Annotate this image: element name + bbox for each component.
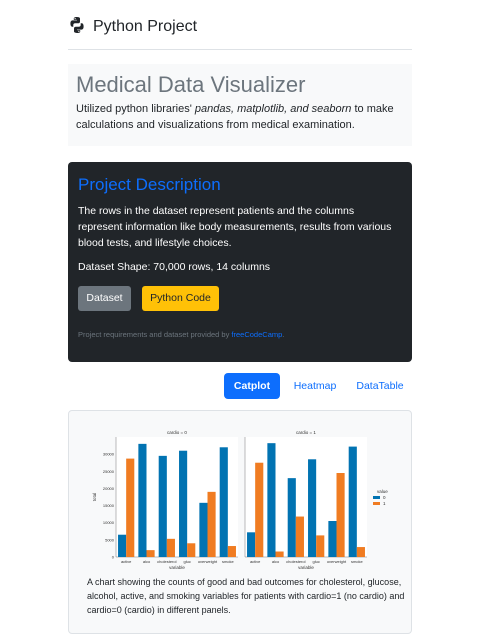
y-tick-label: 30000 <box>103 452 115 457</box>
chart-caption: A chart showing the counts of good and b… <box>87 577 405 615</box>
credit-text: Project requirements and dataset provide… <box>78 330 284 339</box>
bar-alco-value-0 <box>267 443 276 557</box>
project-description-card: Project Description The rows in the data… <box>68 162 412 362</box>
bar-cholesterol-value-1 <box>166 538 175 557</box>
x-tick-label: overweight <box>327 559 347 564</box>
bar-active-value-0 <box>118 534 127 557</box>
bar-alco-value-0 <box>138 443 147 557</box>
panel-title: cardio = 1 <box>296 430 316 435</box>
bar-alco-value-1 <box>146 550 155 557</box>
bar-active-value-0 <box>247 532 256 557</box>
credit-prefix: Project requirements and dataset provide… <box>78 330 232 339</box>
legend-label-0: 0 <box>383 495 386 500</box>
bar-overweight-value-0 <box>199 502 208 557</box>
bar-gluc-value-1 <box>187 543 196 557</box>
y-tick-label: 5000 <box>105 537 115 542</box>
tab-datatable[interactable]: DataTable <box>348 373 412 399</box>
x-tick-label: gluc <box>312 559 319 564</box>
x-tick-label: overweight <box>198 559 218 564</box>
freecodecamp-link[interactable]: freeCodeCamp <box>231 330 282 339</box>
y-tick-label: 0 <box>112 555 115 560</box>
project-description: The rows in the dataset represent patien… <box>78 205 392 249</box>
y-tick-label: 10000 <box>103 520 115 525</box>
bar-alco-value-1 <box>275 551 284 557</box>
bar-smoke-value-0 <box>348 446 357 557</box>
legend-title: value <box>377 489 388 494</box>
bar-gluc-value-0 <box>308 459 317 557</box>
site-header: Python Project <box>68 14 412 50</box>
x-tick-label: gluc <box>183 559 190 564</box>
brand-name[interactable]: Python Project <box>93 18 197 36</box>
bar-smoke-value-0 <box>219 447 228 557</box>
x-tick-label: smoke <box>222 559 235 564</box>
bar-active-value-1 <box>126 458 135 557</box>
credit-suffix: . <box>282 330 285 339</box>
python-logo-icon[interactable] <box>68 16 86 34</box>
legend-swatch-0 <box>373 496 380 499</box>
dataset-button[interactable]: Dataset <box>78 286 131 311</box>
page-title: Medical Data Visualizer <box>76 72 306 97</box>
bar-overweight-value-1 <box>207 491 216 557</box>
hero-text-libraries: pandas, matplotlib, and seaborn <box>194 103 352 115</box>
bar-cholesterol-value-0 <box>158 455 167 557</box>
dataset-shape: Dataset Shape: 70,000 rows, 14 columns <box>78 261 271 273</box>
tab-catplot[interactable]: Catplot <box>224 373 280 399</box>
bar-gluc-value-0 <box>179 450 188 557</box>
bar-gluc-value-1 <box>316 535 325 557</box>
y-tick-label: 25000 <box>103 469 115 474</box>
python-code-button[interactable]: Python Code <box>142 286 219 311</box>
bar-smoke-value-1 <box>227 546 236 557</box>
x-axis-label: variable <box>298 565 314 570</box>
hero-text-prefix: Utilized python libraries' <box>76 103 195 115</box>
legend-label-1: 1 <box>383 501 386 506</box>
project-title: Project Description <box>78 175 221 194</box>
bar-cholesterol-value-1 <box>295 516 304 557</box>
y-tick-label: 15000 <box>103 503 115 508</box>
x-tick-label: cholesterol <box>286 559 305 564</box>
x-tick-label: active <box>250 559 261 564</box>
x-axis-label: variable <box>169 565 185 570</box>
x-tick-label: cholesterol <box>157 559 176 564</box>
bar-overweight-value-0 <box>328 521 337 557</box>
legend-swatch-1 <box>373 502 380 505</box>
bar-cholesterol-value-0 <box>287 478 296 557</box>
tab-heatmap[interactable]: Heatmap <box>284 373 346 399</box>
chart-card: total cardio = 0 0 5000 10000 15000 20000 25000… <box>68 410 412 634</box>
bar-active-value-1 <box>255 462 264 557</box>
chart-tabs: Catplot Heatmap DataTable <box>224 373 412 399</box>
panel-title: cardio = 0 <box>167 430 187 435</box>
hero-section: Medical Data Visualizer Utilized python … <box>68 64 412 146</box>
x-tick-label: smoke <box>351 559 364 564</box>
y-tick-label: 20000 <box>103 486 115 491</box>
catplot-chart: total cardio = 0 0 5000 10000 15000 20000 25000… <box>92 430 388 570</box>
bar-smoke-value-1 <box>356 547 365 557</box>
hero-description: Utilized python libraries' pandas, matpl… <box>76 101 406 133</box>
bar-overweight-value-1 <box>336 473 345 557</box>
x-tick-label: active <box>121 559 132 564</box>
y-axis-label: total <box>92 493 97 502</box>
x-tick-label: alco <box>272 559 280 564</box>
x-tick-label: alco <box>143 559 151 564</box>
